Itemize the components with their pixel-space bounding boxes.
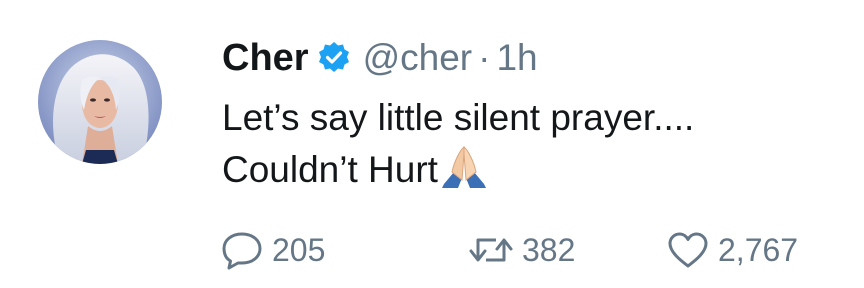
avatar-photo — [38, 40, 162, 164]
like-count: 2,767 — [718, 231, 799, 268]
tweet-header: Cher @cher · 1h — [222, 30, 538, 86]
verified-badge-icon — [317, 41, 351, 75]
like-button[interactable]: 2,767 — [666, 230, 798, 270]
handle[interactable]: @cher — [363, 37, 473, 79]
tweet-actions: 205 382 2,767 — [0, 230, 864, 270]
retweet-icon — [469, 238, 513, 262]
retweet-count: 382 — [522, 231, 576, 268]
heart-icon — [668, 232, 708, 268]
tweet-card[interactable]: Cher @cher · 1h Let’s say little silent … — [0, 0, 864, 288]
tweet-text-line-1: Let’s say little silent prayer.... — [222, 97, 695, 138]
reply-button[interactable]: 205 — [220, 230, 325, 270]
tweet-text-line-2: Couldn’t Hurt — [222, 144, 842, 196]
timestamp[interactable]: 1h — [496, 37, 537, 79]
retweet-button[interactable]: 382 — [468, 230, 575, 270]
display-name[interactable]: Cher — [222, 37, 309, 80]
separator-dot: · — [478, 37, 491, 78]
tweet-text: Let’s say little silent prayer.... Could… — [222, 92, 842, 196]
tweet-text-line-2-text: Couldn’t Hurt — [222, 149, 438, 190]
reply-icon — [222, 232, 262, 270]
folded-hands-icon — [440, 144, 488, 188]
reply-count: 205 — [272, 231, 326, 268]
avatar[interactable] — [38, 40, 162, 164]
